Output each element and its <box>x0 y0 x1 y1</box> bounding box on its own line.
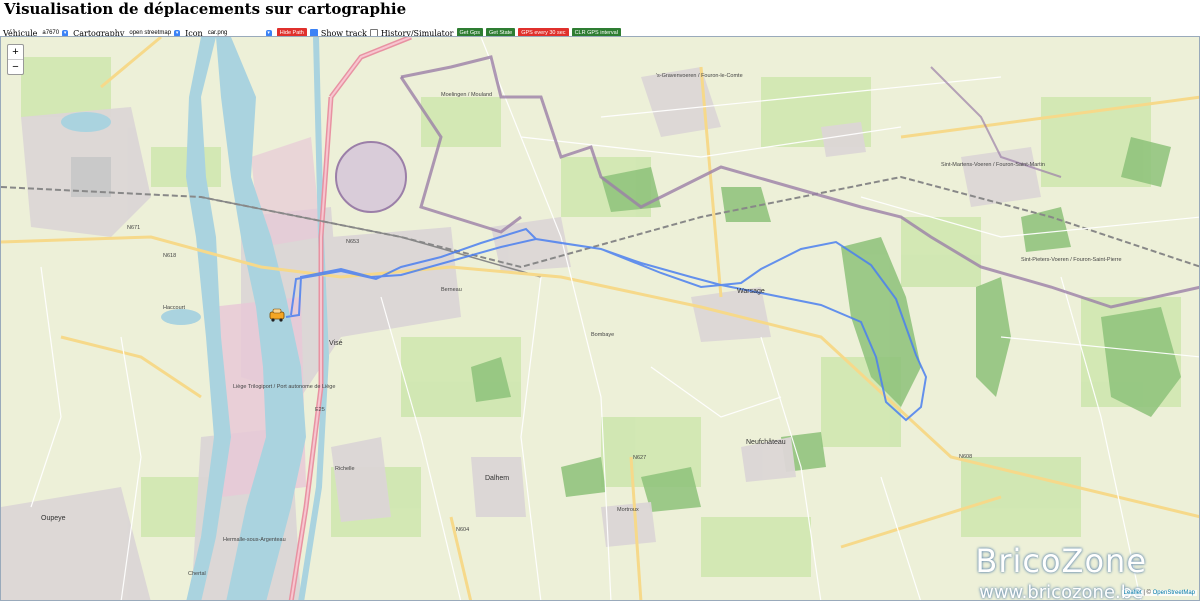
road-label: N671 <box>127 225 141 231</box>
attribution-separator: | © <box>1141 590 1153 596</box>
road-label: N627 <box>633 455 647 461</box>
place-label: Neufchâteau <box>746 439 786 446</box>
zoom-out-button[interactable]: − <box>8 60 23 74</box>
road-label: N653 <box>346 239 360 245</box>
place-label: Warsage <box>737 288 765 295</box>
road-label: E25 <box>315 407 325 413</box>
place-label: Moelingen / Mouland <box>441 92 493 98</box>
place-label: Sint-Pieters-Voeren / Fouron-Saint-Pierr… <box>1021 257 1122 263</box>
road-label: N604 <box>456 527 470 533</box>
place-label: Berneau <box>441 287 462 293</box>
place-label: 's-Gravenvoeren / Fouron-le-Comte <box>656 73 743 79</box>
place-label: Haccourt <box>163 305 186 311</box>
place-label: Liège Trilogiport / Port autonome de Liè… <box>233 384 336 390</box>
road-label: N618 <box>163 253 177 259</box>
openstreetmap-link[interactable]: OpenStreetMap <box>1153 590 1195 596</box>
place-label: Bombaye <box>591 332 615 338</box>
place-label: Richelle <box>335 466 355 472</box>
place-label: Sint-Martens-Voeren / Fouron-Saint-Marti… <box>941 162 1045 168</box>
watermark-title: BricoZone <box>975 542 1147 580</box>
place-label: Mortroux <box>617 507 639 513</box>
road-label: N608 <box>959 454 973 460</box>
page-title: Visualisation de déplacements sur cartog… <box>4 0 407 18</box>
place-label: Oupeye <box>41 515 66 522</box>
zoom-in-button[interactable]: + <box>8 45 23 60</box>
place-label: Hermalle-sous-Argenteau <box>223 537 286 543</box>
map-attribution: Leaflet | © OpenStreetMap <box>1121 590 1197 596</box>
map-tiles <box>1 37 1199 600</box>
place-label: Dalhem <box>485 475 510 482</box>
zoom-control: + − <box>7 44 24 75</box>
place-label: Chertal <box>188 571 206 577</box>
leaflet-link[interactable]: Leaflet <box>1124 590 1142 596</box>
map-view[interactable]: Visé Oupeye Hermalle-sous-Argenteau Cher… <box>0 36 1200 601</box>
place-label: Visé <box>329 340 343 347</box>
